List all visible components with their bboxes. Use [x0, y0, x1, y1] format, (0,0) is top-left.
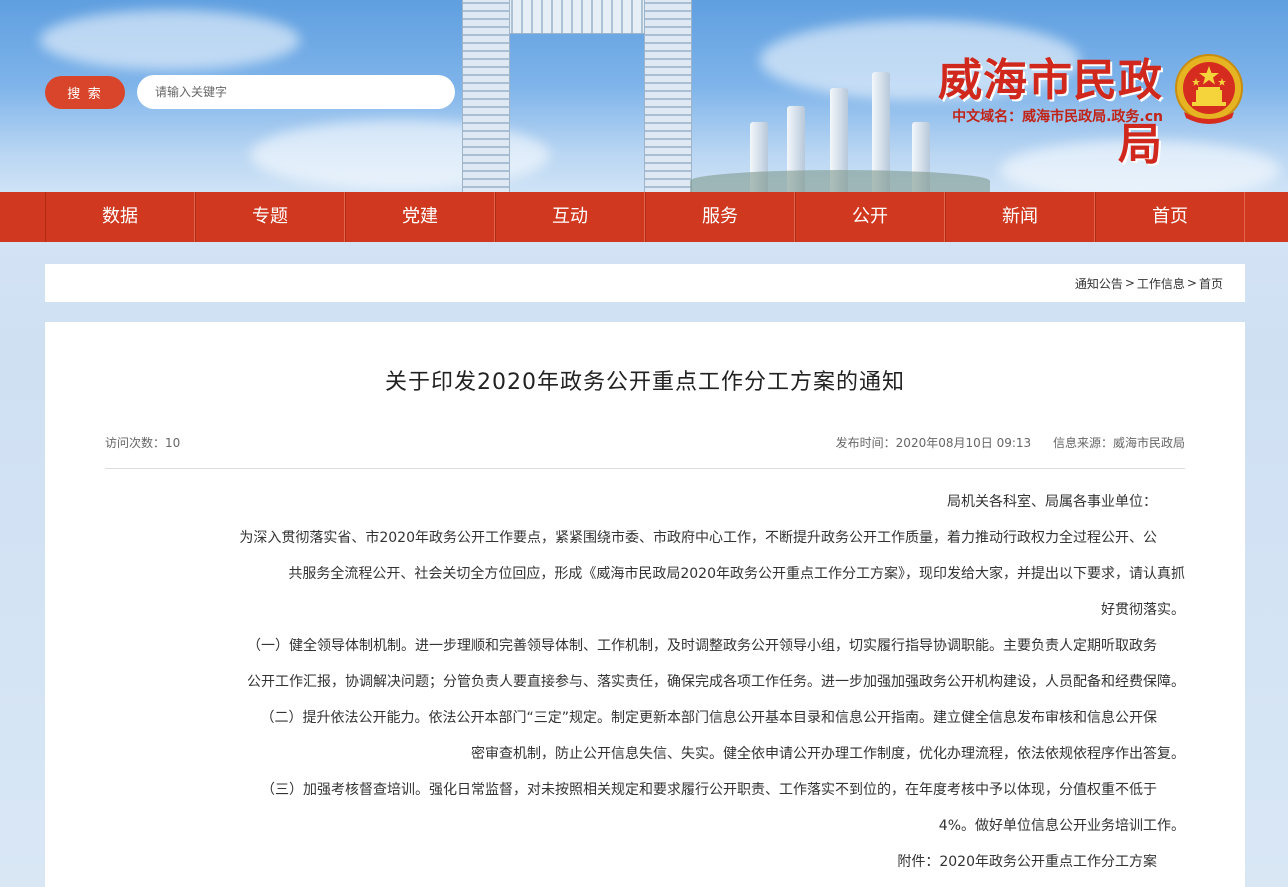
nav-item-services[interactable]: 服务 [645, 192, 795, 242]
search-input[interactable] [137, 75, 455, 109]
nav-item-interaction[interactable]: 互动 [495, 192, 645, 242]
nav-item-party-building[interactable]: 党建 [345, 192, 495, 242]
article-body: 局机关各科室、局属各事业单位： 为深入贯彻落实省、市2020年政务公开工作要点，… [105, 484, 1185, 880]
article-paragraph: （三）加强考核督查培训。强化日常监督，对未按照相关规定和要求履行公开职责、工作落… [261, 782, 1157, 798]
nav-item-topics[interactable]: 专题 [195, 192, 345, 242]
domain-name-line: 中文域名：威海市民政局.政务.cn [952, 109, 1163, 125]
nav-item-disclosure[interactable]: 公开 [795, 192, 945, 242]
breadcrumb-current[interactable]: 通知公告 [1075, 275, 1123, 292]
article-panel: 关于印发2020年政务公开重点工作分工方案的通知 发布时间：2020年08月10… [45, 322, 1245, 887]
article-paragraph: 为深入贯彻落实省、市2020年政务公开工作要点，紧紧围绕市委、市政府中心工作，不… [239, 530, 1157, 546]
article-paragraph: 好贯彻落实。 [1101, 602, 1185, 618]
article-paragraph: 共服务全流程公开、社会关切全方位回应，形成《威海市民政局2020年政务公开重点工… [288, 566, 1185, 582]
header-banner: 搜 索 威海市民政局 中文域名：威海市民政局.政务.cn [0, 0, 1288, 192]
breadcrumb-home[interactable]: 首页 [1199, 275, 1223, 292]
article-paragraph: （一）健全领导体制机制。进一步理顺和完善领导体制、工作机制，及时调整政务公开领导… [247, 638, 1157, 654]
hills-decoration [690, 170, 990, 192]
article-paragraph: 密审查机制，防止公开信息失信、失实。健全依申请公开办理工作制度，优化办理流程，依… [471, 746, 1185, 762]
main-nav: 首页 新闻 公开 服务 互动 党建 专题 数据 [0, 192, 1288, 242]
breadcrumb-section[interactable]: 工作信息 [1137, 275, 1185, 292]
nav-item-data[interactable]: 数据 [45, 192, 195, 242]
article-title: 关于印发2020年政务公开重点工作分工方案的通知 [385, 370, 905, 395]
article-source: 信息来源：威海市民政局 [1052, 436, 1185, 450]
breadcrumb-separator: > [1186, 276, 1197, 290]
article-paragraph: （二）提升依法公开能力。依法公开本部门“三定”规定。制定更新本部门信息公开基本目… [260, 710, 1157, 726]
nav-item-home[interactable]: 首页 [1095, 192, 1245, 242]
breadcrumb: 首页 > 工作信息 > 通知公告 [45, 264, 1245, 302]
article-meta: 发布时间：2020年08月10日 09:13 信息来源：威海市民政局 访问次数：… [105, 434, 1185, 454]
article-publish-time: 发布时间：2020年08月10日 09:13 [835, 436, 1032, 450]
article-paragraph: 4%。做好单位信息公开业务培训工作。 [938, 818, 1185, 834]
national-emblem-icon [1175, 54, 1243, 124]
article-paragraph: 局机关各科室、局属各事业单位： [947, 494, 1157, 510]
article-view-count: 访问次数：10 [105, 436, 181, 450]
breadcrumb-separator: > [1124, 276, 1135, 290]
article-attachment-link[interactable]: 附件：2020年政务公开重点工作分工方案 [105, 844, 1185, 880]
landmark-arch-image [462, 0, 692, 192]
article-paragraph: 公开工作汇报，协调解决问题；分管负责人要直接参与、落实责任，确保完成各项工作任务… [247, 674, 1185, 690]
nav-item-news[interactable]: 新闻 [945, 192, 1095, 242]
cloud-decoration [40, 10, 300, 70]
search-button[interactable]: 搜 索 [45, 76, 125, 109]
meta-divider [105, 468, 1185, 469]
